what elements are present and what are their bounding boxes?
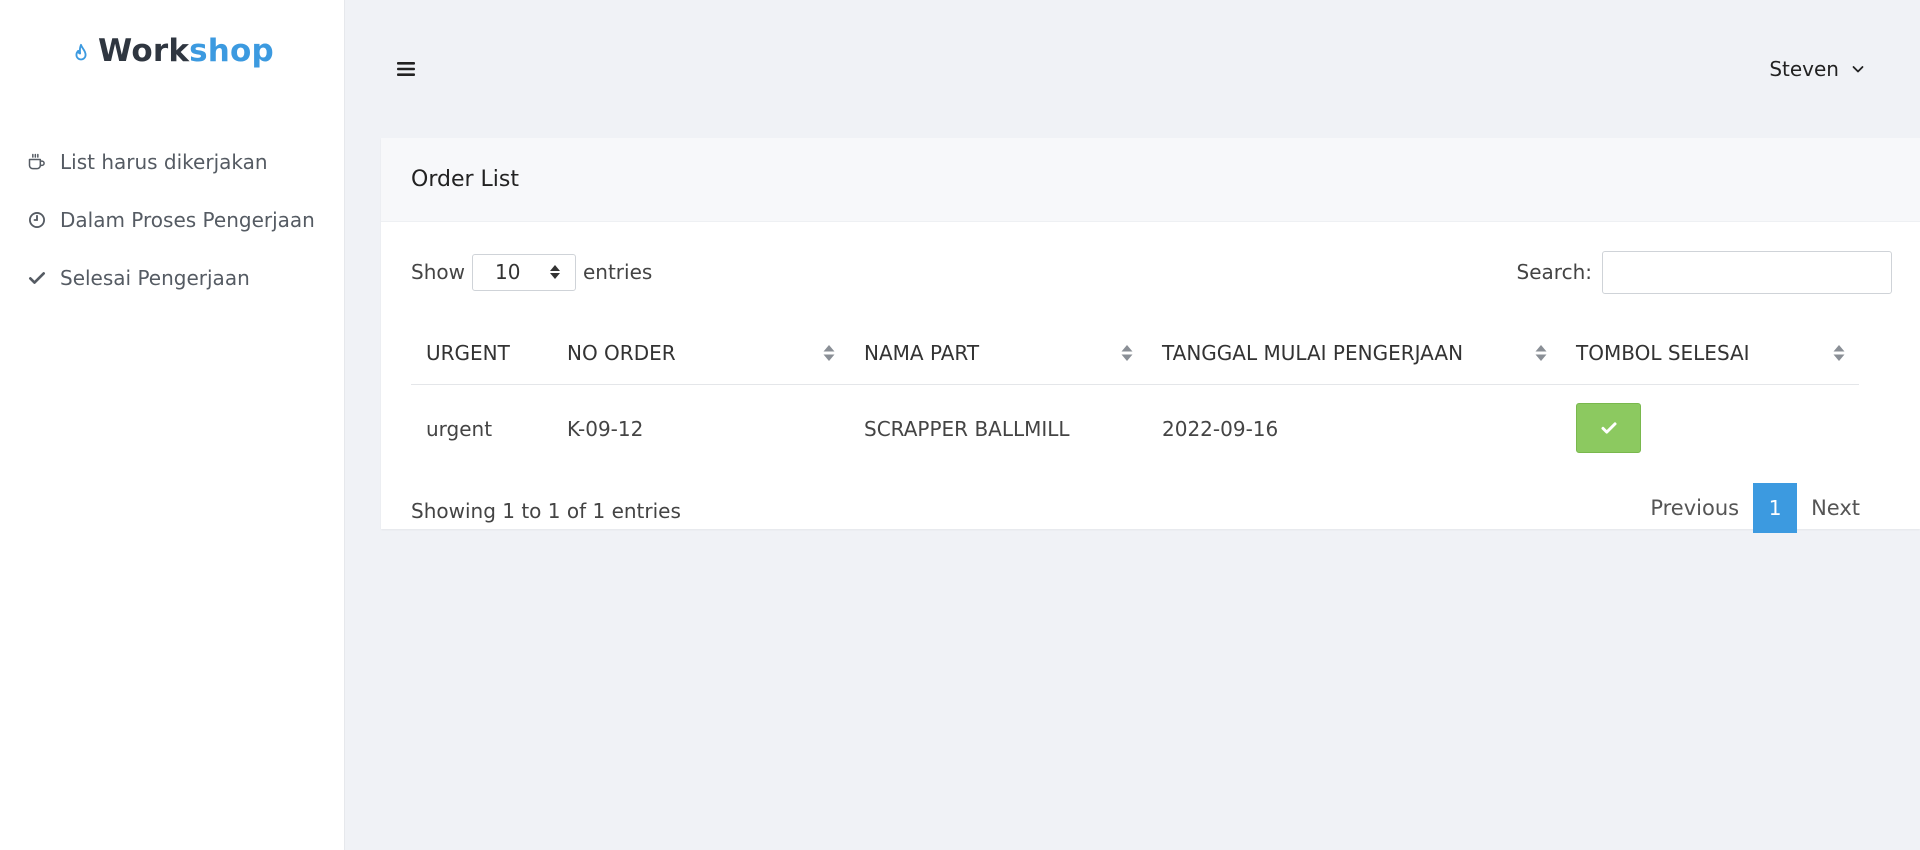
table-header-row: URGENT NO ORDER NAMA PART TANGGAL MULAI … [411,322,1859,385]
sidebar-item-list-harus-dikerjakan[interactable]: List harus dikerjakan [0,133,344,191]
cell-nama-part: SCRAPPER BALLMILL [864,417,1070,442]
entries-label: entries [582,260,653,284]
app-root: Work shop List harus dikerjakan Dalam Pr… [0,0,1920,850]
main-content: Steven Order List Show 10 entries Search… [345,0,1920,850]
column-header-urgent[interactable]: URGENT [411,322,552,385]
user-name: Steven [1769,57,1839,81]
sidebar-item-label: List harus dikerjakan [60,150,268,174]
column-header-label: TANGGAL MULAI PENGERJAAN [1162,340,1464,365]
column-header-nama-part[interactable]: NAMA PART [849,322,1147,385]
check-icon [1601,422,1616,434]
clock-icon [26,209,48,231]
column-header-tombol-selesai[interactable]: TOMBOL SELESAI [1561,322,1859,385]
next-button[interactable]: Next [1797,496,1874,520]
cell-tanggal: 2022-09-16 [1162,417,1279,442]
sidebar-item-label: Dalam Proses Pengerjaan [60,208,315,232]
sort-icon [1535,344,1547,361]
order-table: URGENT NO ORDER NAMA PART TANGGAL MULAI … [411,322,1859,474]
hamburger-icon[interactable] [395,58,417,80]
sidebar-item-label: Selesai Pengerjaan [60,266,250,290]
sidebar-nav: List harus dikerjakan Dalam Proses Penge… [0,105,344,307]
cell-action [1561,384,1859,474]
search-box: Search: [1516,250,1892,294]
topbar: Steven [345,0,1920,138]
column-header-label: URGENT [426,340,510,365]
cell-urgent: urgent [426,417,493,442]
entries-select[interactable]: 10 [471,253,576,291]
sidebar: Work shop List harus dikerjakan Dalam Pr… [0,0,345,850]
search-input[interactable] [1602,250,1892,294]
chevron-down-icon [1852,66,1864,73]
sidebar-item-dalam-proses[interactable]: Dalam Proses Pengerjaan [0,191,344,249]
table-info: Showing 1 to 1 of 1 entries [411,499,681,523]
coffee-cup-icon [26,151,48,173]
sort-icon [1833,344,1845,361]
sort-arrows-icon [549,265,560,279]
card-body: Show 10 entries Search: URGENT NO ORDER … [381,222,1920,533]
entries-select-value: 10 [494,260,521,284]
entries-length: Show 10 entries [411,253,653,291]
column-header-label: TOMBOL SELESAI [1576,340,1750,365]
column-header-label: NAMA PART [864,340,980,365]
brand-logo[interactable]: Work shop [0,0,344,105]
user-menu[interactable]: Steven [1769,57,1865,81]
show-label: Show [411,260,465,284]
card-title: Order List [381,138,1920,222]
search-label: Search: [1516,260,1592,284]
sort-icon [1121,344,1133,361]
order-list-card: Order List Show 10 entries Search: URGEN… [381,138,1920,533]
pagination: Previous 1 Next [1636,483,1874,533]
table-row: urgent K-09-12 SCRAPPER BALLMILL 2022-09… [411,384,1859,474]
check-icon [26,267,48,289]
flame-icon [75,43,87,60]
previous-button[interactable]: Previous [1636,496,1753,520]
sidebar-item-selesai-pengerjaan[interactable]: Selesai Pengerjaan [0,249,344,307]
table-footer: Showing 1 to 1 of 1 entries Previous 1 N… [411,478,1890,538]
table-controls: Show 10 entries Search: [411,222,1892,322]
page-1-button[interactable]: 1 [1753,483,1798,533]
cell-no-order: K-09-12 [567,417,644,442]
selesai-button[interactable] [1576,403,1641,454]
column-header-label: NO ORDER [567,340,676,365]
column-header-tanggal[interactable]: TANGGAL MULAI PENGERJAAN [1147,322,1561,385]
sort-icon [823,344,835,361]
column-header-no-order[interactable]: NO ORDER [552,322,849,385]
brand-text-accent: shop [189,33,274,69]
brand-text-primary: Work [98,33,190,69]
